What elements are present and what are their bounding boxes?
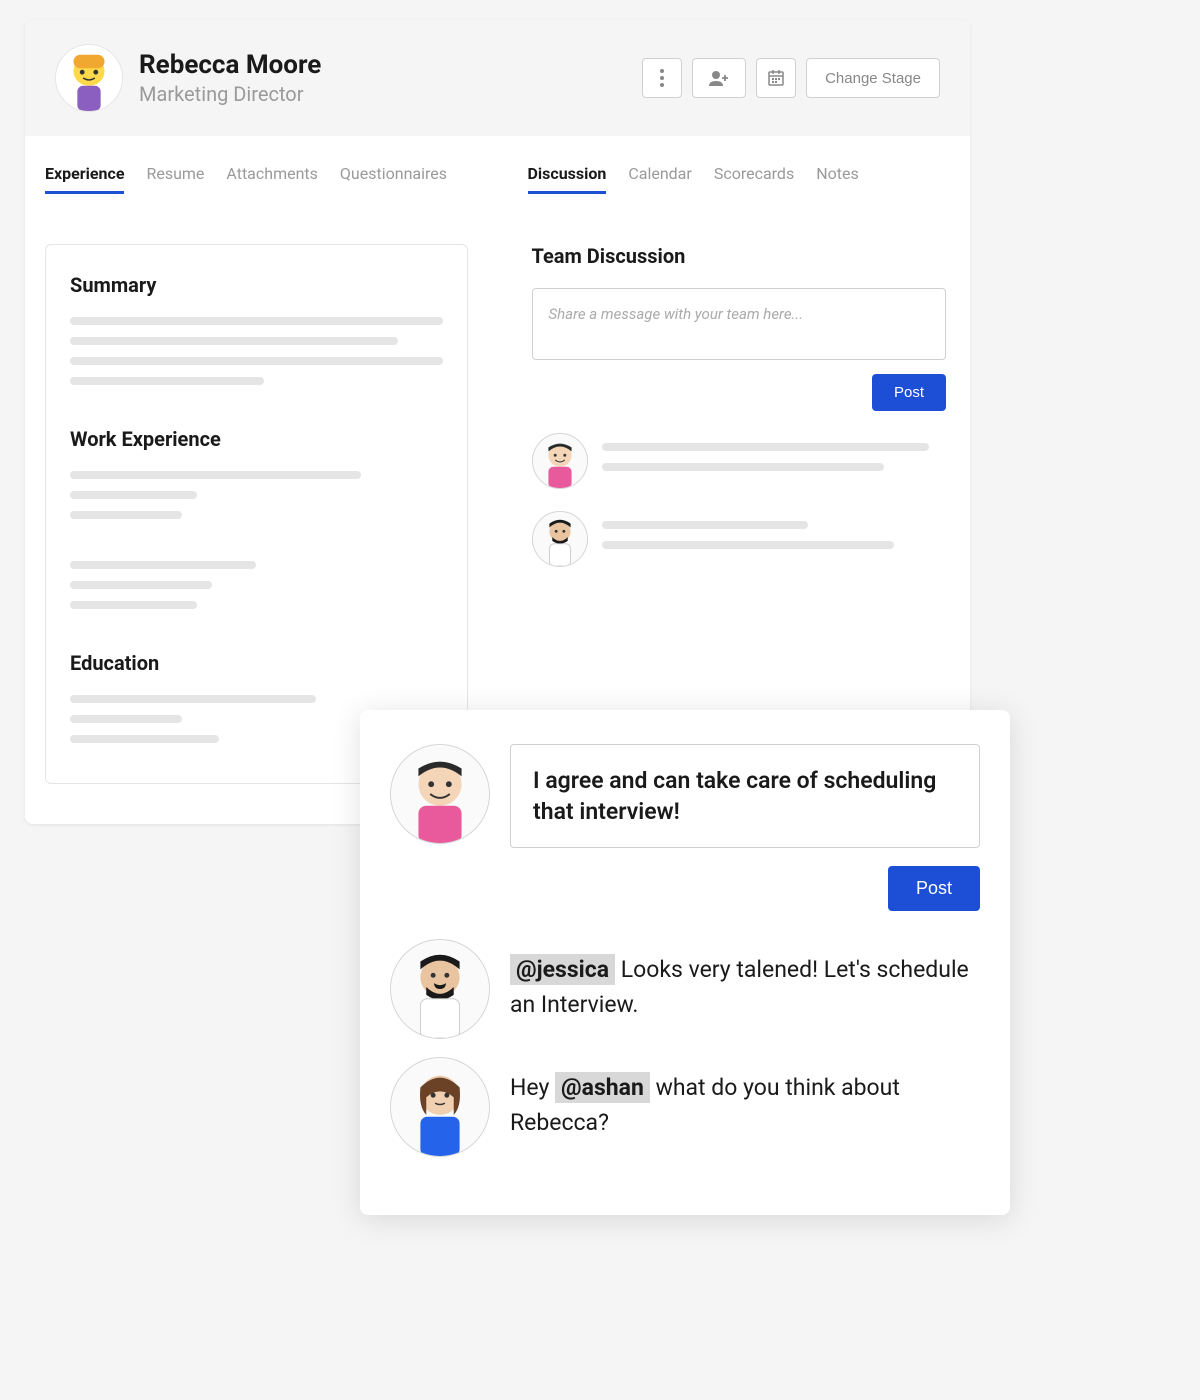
- kebab-icon: [660, 69, 664, 87]
- discussion-panel: Team Discussion Share a message with you…: [528, 244, 951, 567]
- tab-notes[interactable]: Notes: [816, 164, 859, 194]
- candidate-panel: Rebecca Moore Marketing Director Change …: [25, 20, 970, 824]
- tab-scorecards[interactable]: Scorecards: [714, 164, 794, 194]
- change-stage-button[interactable]: Change Stage: [806, 58, 940, 98]
- message-row: Hey @ashan what do you think about Rebec…: [390, 1057, 980, 1157]
- tab-experience[interactable]: Experience: [45, 164, 124, 194]
- discussion-heading: Team Discussion: [532, 244, 947, 268]
- message-avatar: [390, 939, 490, 1039]
- message-avatar: [390, 1057, 490, 1157]
- tab-discussion[interactable]: Discussion: [528, 164, 607, 194]
- right-column: Discussion Calendar Scorecards Notes Tea…: [528, 164, 951, 784]
- comment-avatar: [532, 511, 588, 567]
- comment-row: [532, 511, 947, 567]
- message-text: Hey @ashan what do you think about Rebec…: [510, 1057, 980, 1140]
- candidate-title: Marketing Director: [139, 82, 321, 106]
- add-user-button[interactable]: [692, 58, 746, 98]
- right-tabs: Discussion Calendar Scorecards Notes: [528, 164, 951, 194]
- calendar-button[interactable]: [756, 58, 796, 98]
- mention[interactable]: @ashan: [555, 1072, 650, 1103]
- comment-avatar: [532, 433, 588, 489]
- calendar-icon: [768, 70, 784, 86]
- discussion-input[interactable]: Share a message with your team here...: [532, 288, 947, 360]
- experience-card: Summary Work Experience Education: [45, 244, 468, 784]
- comment-row: [532, 433, 947, 489]
- work-heading: Work Experience: [70, 427, 443, 451]
- tab-questionnaires[interactable]: Questionnaires: [340, 164, 447, 194]
- message-row: @jessica Looks very talened! Let's sched…: [390, 939, 980, 1039]
- summary-heading: Summary: [70, 273, 443, 297]
- compose-avatar: [390, 744, 490, 844]
- message-text: @jessica Looks very talened! Let's sched…: [510, 939, 980, 1022]
- education-heading: Education: [70, 651, 443, 675]
- compose-input[interactable]: I agree and can take care of scheduling …: [510, 744, 980, 848]
- tab-attachments[interactable]: Attachments: [226, 164, 318, 194]
- candidate-name: Rebecca Moore: [139, 50, 321, 80]
- discussion-overlay: I agree and can take care of scheduling …: [360, 710, 1010, 1215]
- left-tabs: Experience Resume Attachments Questionna…: [45, 164, 468, 194]
- overlay-post-button[interactable]: Post: [888, 866, 980, 911]
- add-user-icon: [708, 70, 730, 86]
- candidate-avatar: [55, 44, 123, 112]
- more-options-button[interactable]: [642, 58, 682, 98]
- tab-calendar[interactable]: Calendar: [628, 164, 691, 194]
- post-button[interactable]: Post: [872, 374, 946, 411]
- mention[interactable]: @jessica: [510, 954, 615, 985]
- candidate-header: Rebecca Moore Marketing Director Change …: [25, 20, 970, 136]
- left-column: Experience Resume Attachments Questionna…: [45, 164, 468, 784]
- tab-resume[interactable]: Resume: [146, 164, 204, 194]
